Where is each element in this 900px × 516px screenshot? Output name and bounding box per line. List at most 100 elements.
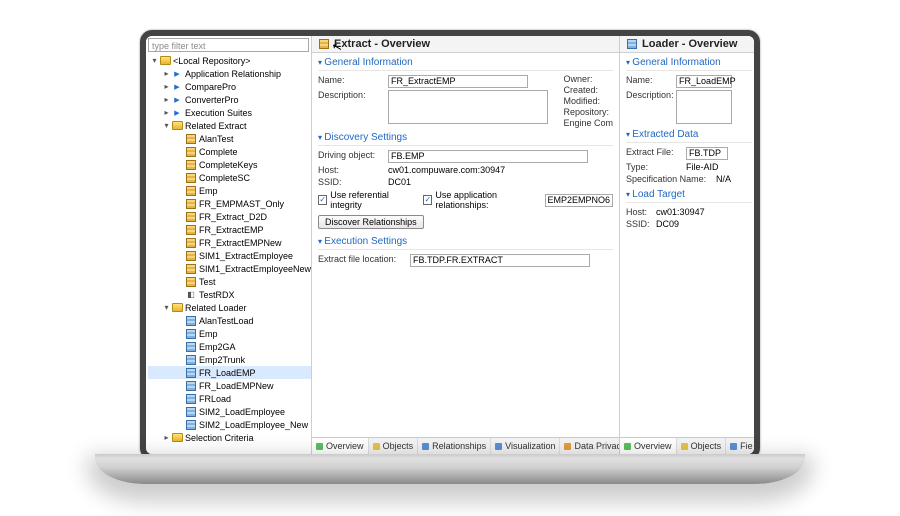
tree-item[interactable]: Emp xyxy=(199,329,218,339)
loader-icon xyxy=(185,329,197,339)
folder-icon xyxy=(171,303,183,313)
extract-icon xyxy=(185,225,197,235)
extract-panel-title: Extract - Overview xyxy=(334,38,430,50)
loader-host-value: cw01:30947 xyxy=(656,207,752,217)
label-created: Created: xyxy=(564,85,614,95)
tree-item[interactable]: CompleteSC xyxy=(199,173,250,183)
driving-object-input[interactable]: FB.EMP xyxy=(388,150,588,163)
tree-item[interactable]: CompleteKeys xyxy=(199,160,258,170)
section-discovery-settings[interactable]: Discovery Settings xyxy=(318,128,613,146)
extract-panel: Extract - Overview General Information N… xyxy=(312,36,620,454)
tree-item[interactable]: FR_ExtractEMPNew xyxy=(199,238,282,248)
discover-relationships-button[interactable]: Discover Relationships xyxy=(318,215,424,229)
label-owner: Owner: xyxy=(564,74,614,84)
extract-name-input[interactable]: FR_ExtractEMP xyxy=(388,75,528,88)
tree-item[interactable]: Emp xyxy=(199,186,218,196)
tree-item[interactable]: Test xyxy=(199,277,216,287)
extract-icon xyxy=(185,134,197,144)
extract-icon xyxy=(185,160,197,170)
label-name: Name: xyxy=(626,75,676,85)
section-execution-settings[interactable]: Execution Settings xyxy=(318,232,613,250)
section-extracted-data[interactable]: Extracted Data xyxy=(626,125,752,143)
tree-item[interactable]: FRLoad xyxy=(199,394,231,404)
extract-icon xyxy=(185,251,197,261)
tab-visualization[interactable]: Visualization xyxy=(491,438,560,454)
tree-item[interactable]: Selection Criteria xyxy=(185,433,254,443)
tree-item[interactable]: Emp2GA xyxy=(199,342,236,352)
tab-objects[interactable]: Objects xyxy=(369,438,419,454)
tab-objects[interactable]: Objects xyxy=(677,438,727,454)
tree-related-loader[interactable]: Related Loader xyxy=(185,303,247,313)
tab-overview[interactable]: Overview xyxy=(312,438,369,454)
rdx-icon xyxy=(185,290,197,300)
tree-item[interactable]: Application Relationship xyxy=(185,69,281,79)
ssid-value: DC01 xyxy=(388,177,613,187)
tree-item[interactable]: FR_EMPMAST_Only xyxy=(199,199,284,209)
extract-icon xyxy=(185,238,197,248)
repository-tree[interactable]: ▾<Local Repository> ▸Application Relatio… xyxy=(146,54,311,454)
extract-icon xyxy=(318,39,330,49)
extract-file-input[interactable]: FB.TDP xyxy=(686,147,728,160)
app-relationships-input[interactable]: EMP2EMPNO6 xyxy=(545,194,614,207)
tree-item[interactable]: Execution Suites xyxy=(185,108,252,118)
tree-item-selected[interactable]: FR_LoadEMP xyxy=(199,368,256,378)
label-ssid: SSID: xyxy=(318,177,388,187)
folder-icon xyxy=(171,121,183,131)
loader-icon xyxy=(185,394,197,404)
loader-icon xyxy=(185,368,197,378)
tree-item[interactable]: SIM1_ExtractEmployee xyxy=(199,251,293,261)
tree-item[interactable]: FR_Extract_D2D xyxy=(199,212,267,222)
label-extract-file: Extract File: xyxy=(626,147,686,157)
tab-fields[interactable]: Fie xyxy=(726,438,758,454)
section-load-target[interactable]: Load Target xyxy=(626,185,752,203)
tree-item[interactable]: Complete xyxy=(199,147,238,157)
tree-item[interactable]: TestRDX xyxy=(199,290,235,300)
folder-icon xyxy=(171,82,183,92)
loader-name-input[interactable]: FR_LoadEMP xyxy=(676,75,732,88)
use-referential-integrity-checkbox[interactable] xyxy=(318,195,327,205)
use-app-relationships-checkbox[interactable] xyxy=(423,195,432,205)
tree-related-extract[interactable]: Related Extract xyxy=(185,121,247,131)
label-engine: Engine Com xyxy=(564,118,614,128)
folder-icon xyxy=(171,69,183,79)
tree-root[interactable]: <Local Repository> xyxy=(173,56,251,66)
tree-item[interactable]: FR_LoadEMPNew xyxy=(199,381,274,391)
extract-icon xyxy=(185,199,197,209)
tree-item[interactable]: FR_ExtractEMP xyxy=(199,225,264,235)
tab-data-privacy[interactable]: Data Privacy xyxy=(560,438,619,454)
tab-icon xyxy=(564,443,571,450)
label-driving-object: Driving object: xyxy=(318,150,388,160)
loader-icon xyxy=(185,355,197,365)
label-app-relationships: Use application relationships: xyxy=(435,190,541,210)
extract-icon xyxy=(185,173,197,183)
tree-item[interactable]: SIM2_LoadEmployee_New xyxy=(199,420,308,430)
tab-icon xyxy=(681,443,688,450)
tree-item[interactable]: AlanTest xyxy=(199,134,234,144)
tree-item[interactable]: SIM2_LoadEmployee xyxy=(199,407,285,417)
tree-item[interactable]: AlanTestLoad xyxy=(199,316,254,326)
tab-icon xyxy=(495,443,502,450)
tree-item[interactable]: ConverterPro xyxy=(185,95,239,105)
extract-file-location-input[interactable]: FB.TDP.FR.EXTRACT xyxy=(410,254,590,267)
label-description: Description: xyxy=(318,90,388,100)
tree-item[interactable]: SIM1_ExtractEmployeeNew xyxy=(199,264,311,274)
tree-item[interactable]: ComparePro xyxy=(185,82,236,92)
extract-description-input[interactable] xyxy=(388,90,548,124)
section-general-information[interactable]: General Information xyxy=(626,53,752,71)
loader-icon xyxy=(626,39,638,49)
tree-filter-input[interactable]: type filter text xyxy=(148,38,309,52)
tree-item[interactable]: Emp2Trunk xyxy=(199,355,245,365)
tab-icon xyxy=(624,443,631,450)
type-value: File-AID xyxy=(686,162,752,172)
tab-overview[interactable]: Overview xyxy=(620,438,677,454)
repository-icon xyxy=(159,56,171,66)
label-ssid: SSID: xyxy=(626,219,656,229)
loader-icon xyxy=(185,407,197,417)
section-general-information[interactable]: General Information xyxy=(318,53,613,71)
host-value: cw01.compuware.com:30947 xyxy=(388,165,613,175)
tab-relationships[interactable]: Relationships xyxy=(418,438,491,454)
loader-description-input[interactable] xyxy=(676,90,732,124)
label-spec-name: Specification Name: xyxy=(626,174,716,184)
loader-icon xyxy=(185,420,197,430)
loader-panel: Loader - Overview General Information Na… xyxy=(620,36,759,454)
